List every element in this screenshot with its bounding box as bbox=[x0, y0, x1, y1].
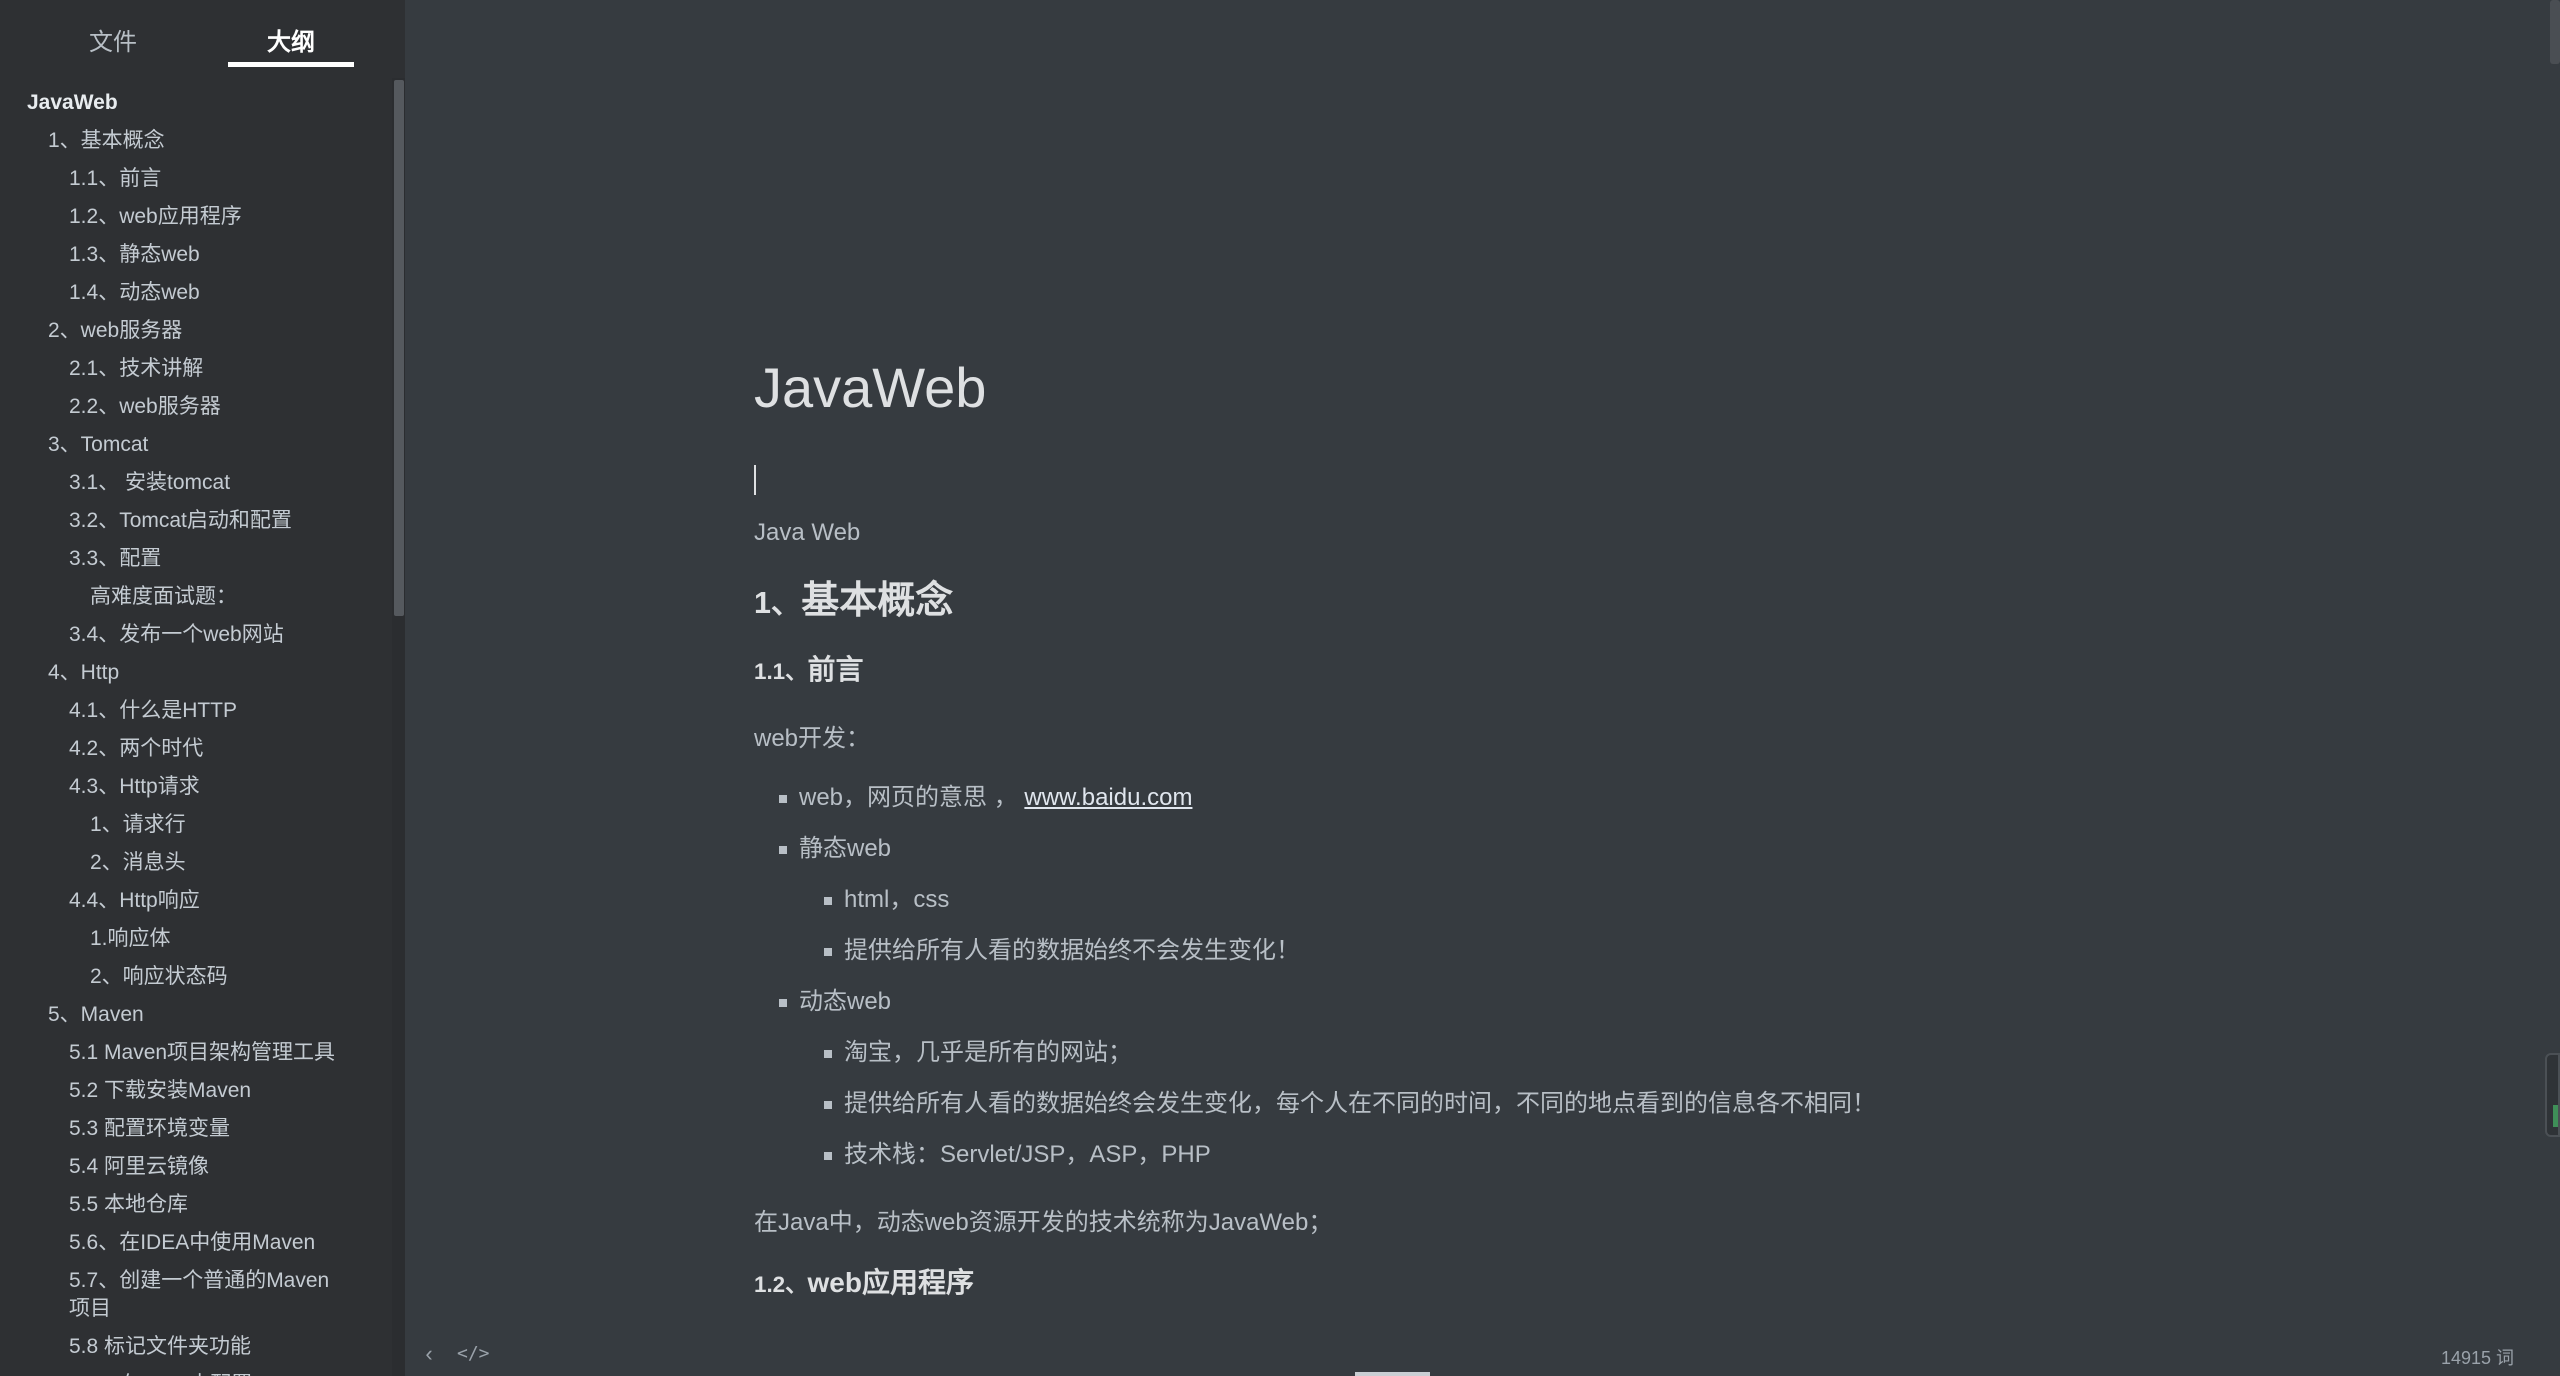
outline-item[interactable]: 1.2、web应用程序 bbox=[0, 198, 390, 236]
outline-item[interactable]: 1.4、动态web bbox=[0, 274, 390, 312]
heading-number: 1.1、 bbox=[754, 659, 808, 684]
text-cursor bbox=[754, 465, 756, 495]
side-panel-indicator bbox=[2553, 1105, 2558, 1127]
bullet-icon bbox=[779, 846, 787, 854]
outline-item[interactable]: 2.2、web服务器 bbox=[0, 388, 390, 426]
sidebar-tabs: 文件 大纲 bbox=[0, 0, 405, 72]
outline-item[interactable]: 1、基本概念 bbox=[0, 122, 390, 160]
code-icon[interactable]: </> bbox=[457, 1340, 490, 1368]
list-item[interactable]: 静态web bbox=[754, 831, 2254, 882]
status-marker bbox=[1355, 1372, 1430, 1376]
outline-item[interactable]: 5.8 标记文件夹功能 bbox=[0, 1328, 390, 1366]
list-item-text: 提供给所有人看的数据始终不会发生变化！ bbox=[844, 937, 1300, 964]
list-item[interactable]: 提供给所有人看的数据始终会发生变化，每个人在不同的时间，不同的地点看到的信息各不… bbox=[754, 1086, 2254, 1137]
subtitle-paragraph[interactable]: Java Web bbox=[754, 519, 2254, 547]
list-item[interactable]: html，css bbox=[754, 882, 2254, 933]
list-item[interactable]: 技术栈：Servlet/JSP，ASP，PHP bbox=[754, 1137, 2254, 1188]
outline-item[interactable]: 5.6、在IDEA中使用Maven bbox=[0, 1224, 390, 1262]
list-item[interactable]: 淘宝，几乎是所有的网站； bbox=[754, 1035, 2254, 1086]
word-count[interactable]: 14915 词 bbox=[2441, 1344, 2514, 1370]
heading-preface[interactable]: 1.1、前言 bbox=[754, 648, 2254, 688]
outline-item[interactable]: 1.3、静态web bbox=[0, 236, 390, 274]
outline-item[interactable]: 5.5 本地仓库 bbox=[0, 1186, 390, 1224]
outline-item[interactable]: 5.4 阿里云镜像 bbox=[0, 1148, 390, 1186]
outline-item[interactable]: 3.3、配置 bbox=[0, 540, 390, 578]
outline-item[interactable]: 4.3、Http请求 bbox=[0, 768, 390, 806]
outline-item[interactable]: 4.2、两个时代 bbox=[0, 730, 390, 768]
outline-item[interactable]: 5、Maven bbox=[0, 996, 390, 1034]
outline-item[interactable]: 高难度面试题： bbox=[0, 578, 390, 616]
baidu-link[interactable]: www.baidu.com bbox=[1024, 784, 1192, 811]
list-item[interactable]: web，网页的意思 ， www.baidu.com bbox=[754, 780, 2254, 831]
outline-item[interactable]: 1.响应体 bbox=[0, 920, 390, 958]
editor[interactable]: JavaWeb Java Web 1、基本概念 1.1、前言 web开发： we… bbox=[405, 0, 2560, 1376]
outline-item[interactable]: JavaWeb bbox=[0, 84, 390, 122]
outline-list: JavaWeb 1、基本概念 1.1、前言 1.2、web应用程序 1.3、静态web 1… bbox=[0, 84, 390, 1376]
web-dev-paragraph[interactable]: web开发： bbox=[754, 718, 2254, 753]
list-item[interactable]: 动态web bbox=[754, 984, 2254, 1035]
heading-web-application[interactable]: 1.2、web应用程序 bbox=[754, 1261, 2254, 1301]
outline-item[interactable]: 3、Tomcat bbox=[0, 426, 390, 464]
outline-item[interactable]: 5.2 下载安装Maven bbox=[0, 1072, 390, 1110]
outline-item[interactable]: 5.3 配置环境变量 bbox=[0, 1110, 390, 1148]
outline-item[interactable]: 3.1、 安装tomcat bbox=[0, 464, 390, 502]
outline-item[interactable]: 4.1、什么是HTTP bbox=[0, 692, 390, 730]
heading-text: 基本概念 bbox=[801, 580, 954, 622]
heading-text: 前言 bbox=[807, 654, 864, 685]
tab-files[interactable]: 文件 bbox=[50, 22, 176, 57]
outline-item[interactable]: 2、消息头 bbox=[0, 844, 390, 882]
outline-item[interactable]: 5.7、创建一个普通的Maven项目 bbox=[0, 1262, 390, 1328]
list-item-text: 技术栈：Servlet/JSP，ASP，PHP bbox=[844, 1141, 1211, 1168]
document-content[interactable]: JavaWeb Java Web 1、基本概念 1.1、前言 web开发： we… bbox=[754, 355, 2254, 1301]
outline-item[interactable]: 3.2、Tomcat启动和配置 bbox=[0, 502, 390, 540]
sidebar: 文件 大纲 JavaWeb 1、基本概念 1.1、前言 1.2、web应用程序 1.3、… bbox=[0, 0, 405, 1376]
list-item[interactable]: 提供给所有人看的数据始终不会发生变化！ bbox=[754, 933, 2254, 984]
bullet-icon bbox=[779, 999, 787, 1007]
heading-text: web应用程序 bbox=[807, 1267, 974, 1298]
outline-item[interactable]: 1.1、前言 bbox=[0, 160, 390, 198]
list-item-text: 静态web bbox=[799, 835, 892, 862]
bullet-icon bbox=[824, 1050, 832, 1058]
outline-item[interactable]: 2、响应状态码 bbox=[0, 958, 390, 996]
list-item-text: web，网页的意思 ， bbox=[799, 784, 1025, 811]
bullet-icon bbox=[824, 897, 832, 905]
outline-item[interactable]: 2、web服务器 bbox=[0, 312, 390, 350]
sidebar-scrollbar[interactable] bbox=[394, 80, 404, 616]
status-bar: ‹ </> 14915 词 bbox=[405, 1330, 2560, 1376]
editor-scrollbar[interactable] bbox=[2550, 0, 2560, 64]
outline-item[interactable]: 1、请求行 bbox=[0, 806, 390, 844]
document-title[interactable]: JavaWeb bbox=[754, 355, 2254, 441]
outline-item[interactable]: 2.1、技术讲解 bbox=[0, 350, 390, 388]
list-item-text: 动态web bbox=[799, 988, 892, 1015]
heading-number: 1、 bbox=[754, 586, 802, 620]
heading-number: 1.2、 bbox=[754, 1272, 808, 1297]
summary-paragraph[interactable]: 在Java中，动态web资源开发的技术统称为JavaWeb； bbox=[754, 1202, 2254, 1237]
list-item-text: 淘宝，几乎是所有的网站； bbox=[844, 1039, 1132, 1066]
tab-outline[interactable]: 大纲 bbox=[228, 22, 354, 57]
bullet-icon bbox=[824, 1101, 832, 1109]
outline-item[interactable]: 4、Http bbox=[0, 654, 390, 692]
list-item-text: html，css bbox=[844, 886, 950, 913]
outline-item[interactable]: 5.9、在IDEA中配置Tomcat bbox=[0, 1366, 390, 1376]
bullet-icon bbox=[824, 948, 832, 956]
bullet-list: web，网页的意思 ， www.baidu.com 静态web html，css… bbox=[754, 780, 2254, 1188]
bullet-icon bbox=[824, 1152, 832, 1160]
outline-item[interactable]: 3.4、发布一个web网站 bbox=[0, 616, 390, 654]
list-item-text: 提供给所有人看的数据始终会发生变化，每个人在不同的时间，不同的地点看到的信息各不… bbox=[844, 1090, 1876, 1117]
outline-item[interactable]: 4.4、Http响应 bbox=[0, 882, 390, 920]
chevron-left-icon[interactable]: ‹ bbox=[413, 1340, 445, 1368]
active-tab-indicator bbox=[228, 62, 354, 67]
outline-item[interactable]: 5.1 Maven项目架构管理工具 bbox=[0, 1034, 390, 1072]
bullet-icon bbox=[779, 795, 787, 803]
heading-basic-concepts[interactable]: 1、基本概念 bbox=[754, 569, 2254, 624]
